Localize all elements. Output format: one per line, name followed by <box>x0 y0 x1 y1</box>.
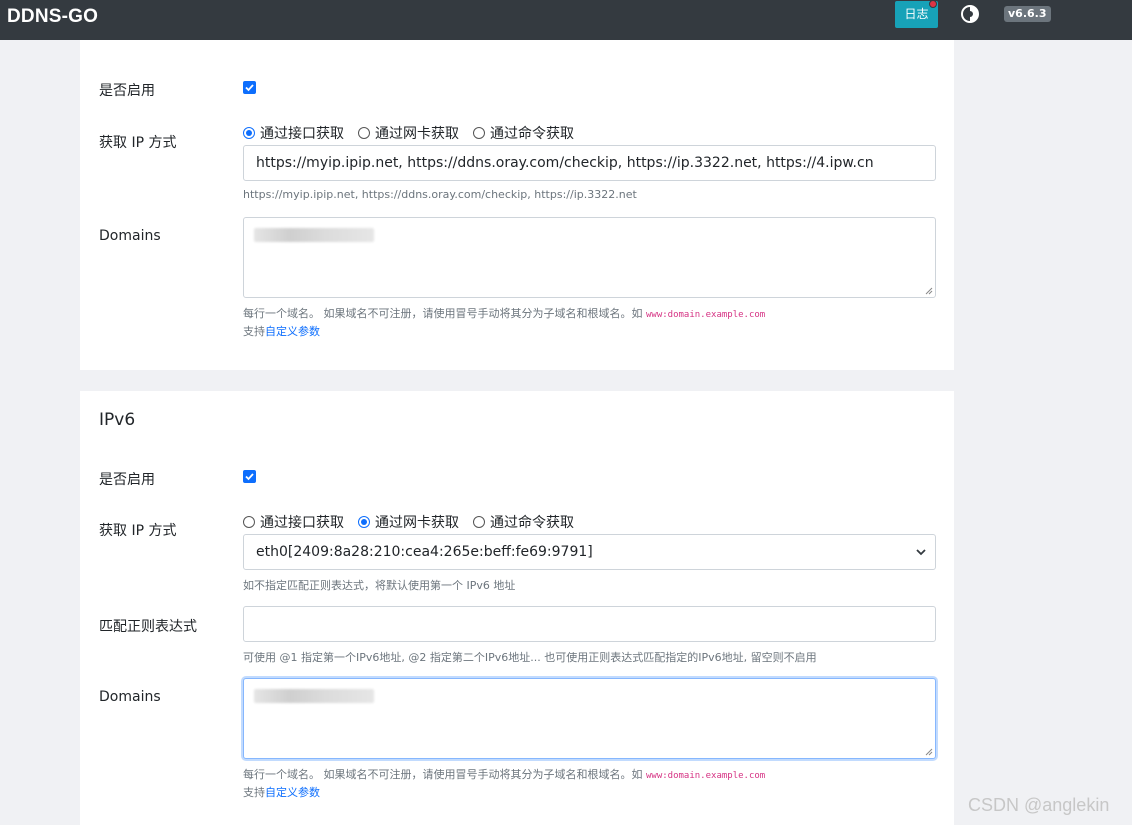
ipv6-domains-label: Domains <box>99 689 161 705</box>
radio-icon[interactable] <box>243 127 255 139</box>
ipv6-enabled-checkbox[interactable] <box>243 470 256 483</box>
ipv6-enabled-label: 是否启用 <box>99 472 155 488</box>
radio-icon[interactable] <box>243 516 255 528</box>
ipv6-interface-help: 如不指定匹配正则表达式，将默认使用第一个 IPv6 地址 <box>243 579 516 592</box>
ipv6-domains-textarea[interactable] <box>243 678 936 759</box>
navbar: DDNS-GO 日志 v6.6.3 <box>0 0 1132 40</box>
check-icon <box>245 84 254 92</box>
custom-params-link[interactable]: 自定义参数 <box>265 786 320 799</box>
ipv4-get-ip-label: 获取 IP 方式 <box>99 135 177 151</box>
ipv4-url-input[interactable]: https://myip.ipip.net, https://ddns.oray… <box>243 145 936 181</box>
ipv4-option-command[interactable]: 通过命令获取 <box>473 123 574 143</box>
brand-logo[interactable]: DDNS-GO <box>7 6 98 28</box>
ipv6-option-command[interactable]: 通过命令获取 <box>473 512 574 532</box>
ipv6-get-ip-options: 通过接口获取 通过网卡获取 通过命令获取 <box>243 513 588 531</box>
ipv4-url-help: https://myip.ipip.net, https://ddns.oray… <box>243 188 637 201</box>
chevron-down-icon <box>916 549 926 556</box>
notification-dot <box>929 0 937 8</box>
ipv4-enabled-checkbox[interactable] <box>243 81 256 94</box>
ipv6-regex-help: 可使用 @1 指定第一个IPv6地址, @2 指定第二个IPv6地址... 也可… <box>243 651 817 664</box>
ipv6-domains-help: 每行一个域名。 如果域名不可注册，请使用冒号手动将其分为子域名和根域名。如 ww… <box>243 768 766 781</box>
redacted-domain <box>254 689 374 703</box>
ipv4-domains-label: Domains <box>99 228 161 244</box>
ipv6-title: IPv6 <box>99 410 136 430</box>
resize-handle-icon[interactable] <box>925 748 933 756</box>
ipv4-domains-help: 每行一个域名。 如果域名不可注册，请使用冒号手动将其分为子域名和根域名。如 ww… <box>243 307 766 320</box>
ipv6-support-line: 支持自定义参数 <box>243 786 320 799</box>
ipv6-option-api[interactable]: 通过接口获取 <box>243 512 344 532</box>
redacted-domain <box>254 228 374 242</box>
ipv6-regex-input[interactable] <box>243 606 936 642</box>
resize-handle-icon[interactable] <box>925 287 933 295</box>
theme-toggle-icon[interactable] <box>960 4 980 24</box>
ipv4-support-line: 支持自定义参数 <box>243 325 320 338</box>
radio-icon[interactable] <box>358 516 370 528</box>
ipv4-get-ip-options: 通过接口获取 通过网卡获取 通过命令获取 <box>243 124 588 142</box>
radio-icon[interactable] <box>473 516 485 528</box>
check-icon <box>245 473 254 481</box>
ipv4-option-api[interactable]: 通过接口获取 <box>243 123 344 143</box>
ipv6-interface-select[interactable]: eth0[2409:8a28:210:cea4:265e:beff:fe69:9… <box>243 534 936 570</box>
watermark: CSDN @anglekin <box>968 795 1110 815</box>
ipv4-option-netcard[interactable]: 通过网卡获取 <box>358 123 459 143</box>
ipv6-get-ip-label: 获取 IP 方式 <box>99 523 177 539</box>
radio-icon[interactable] <box>358 127 370 139</box>
domain-example-code: www:domain.example.com <box>646 310 766 320</box>
domain-example-code: www:domain.example.com <box>646 771 766 781</box>
ipv6-regex-label: 匹配正则表达式 <box>99 619 197 635</box>
custom-params-link[interactable]: 自定义参数 <box>265 325 320 338</box>
version-badge: v6.6.3 <box>1004 6 1051 22</box>
ipv4-domains-textarea[interactable] <box>243 217 936 298</box>
ipv6-option-netcard[interactable]: 通过网卡获取 <box>358 512 459 532</box>
radio-icon[interactable] <box>473 127 485 139</box>
ipv4-enabled-label: 是否启用 <box>99 83 155 99</box>
